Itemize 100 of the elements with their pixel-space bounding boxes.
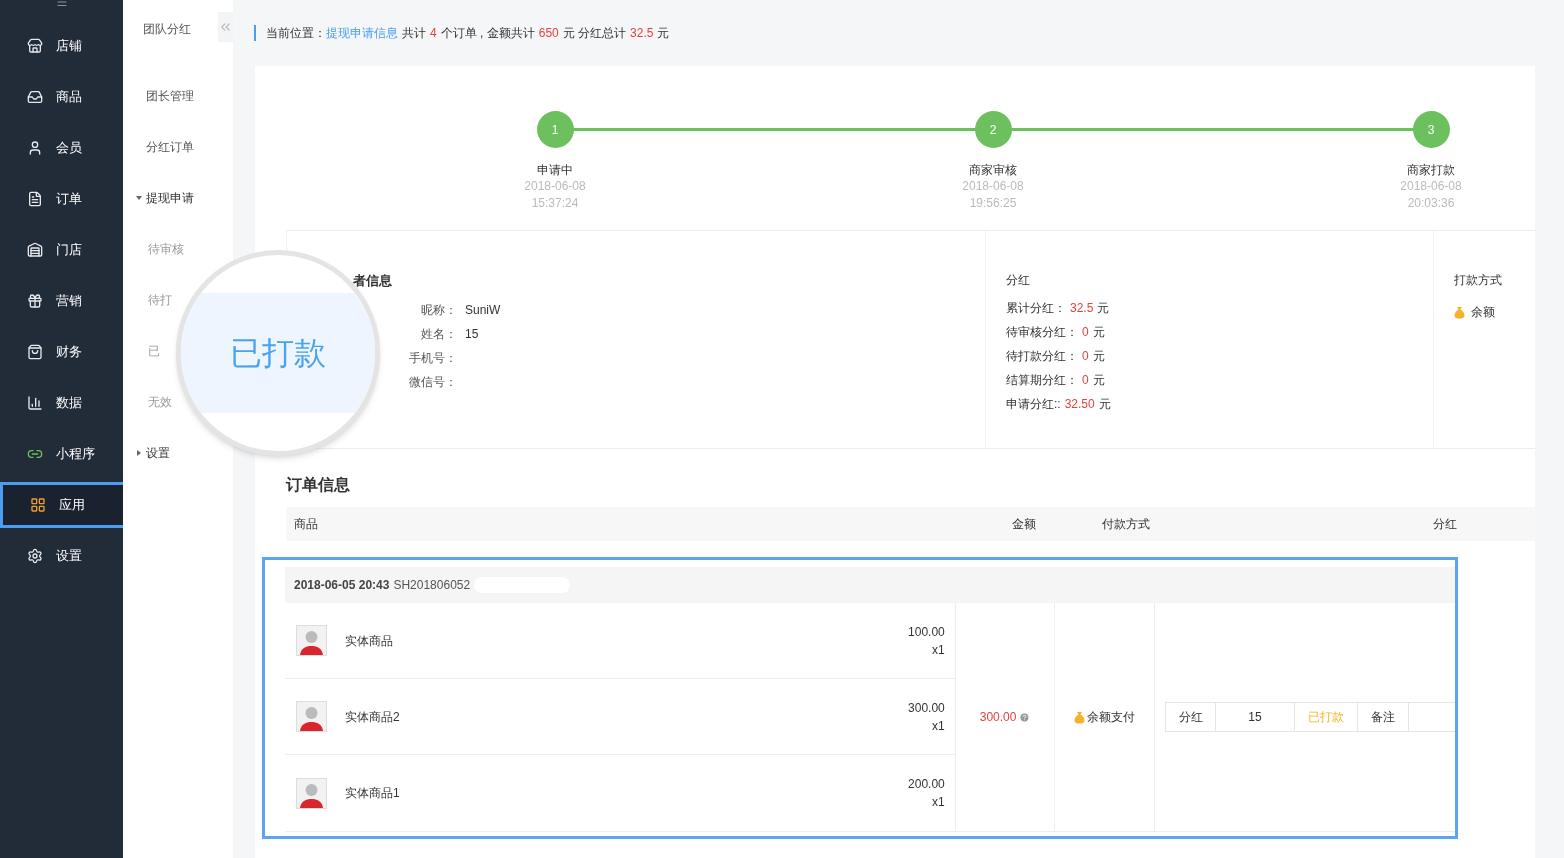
summary-number: 32.5 <box>630 25 654 42</box>
column-header: 付款方式 <box>1101 516 1151 533</box>
field-value: SuniW <box>465 301 501 319</box>
store-icon <box>27 38 43 54</box>
unit-text: 元 <box>1092 348 1105 365</box>
dividend-tag: 分红 <box>1166 703 1216 731</box>
payout-method: 余额 <box>1471 304 1495 321</box>
avatar-thumbnail <box>296 777 327 809</box>
money-bag-icon <box>1074 710 1086 724</box>
breadcrumb-label: 当前位置： <box>266 25 326 42</box>
column-header: 分红 <box>1433 516 1457 533</box>
product-price: 200.00 <box>908 776 945 793</box>
shop-icon <box>27 242 43 258</box>
dividend-label: 待打款分红： <box>1006 348 1078 365</box>
gift-icon <box>27 293 43 309</box>
section-heading: 订单信息 <box>286 475 351 495</box>
step-date: 2018-06-08 <box>1400 178 1462 195</box>
summary-number: 4 <box>430 25 437 42</box>
section-title: 打款方式 <box>1454 272 1503 289</box>
product-quantity: x1 <box>932 717 945 735</box>
step-label: 商家审核 <box>969 162 1017 178</box>
sidebar-item[interactable]: 财务 <box>0 329 123 375</box>
dividend-value: 0 <box>1082 324 1089 341</box>
dividend-label: 申请分红:: <box>1006 396 1061 413</box>
field-value: 15 <box>465 325 479 343</box>
sidebar-item[interactable]: 小程序 <box>0 431 123 477</box>
dividend-value: 0 <box>1082 348 1089 365</box>
step-date: 2018-06-08 <box>524 178 586 195</box>
sidebar-item[interactable]: 设置 <box>0 533 123 579</box>
dividend-label: 结算期分红： <box>1006 372 1078 389</box>
dividend-label: 累计分红： <box>1006 300 1066 317</box>
submenu-title: 团队分红 <box>142 21 192 38</box>
product-name: 实体商品2 <box>345 708 401 726</box>
product-price: 100.00 <box>908 623 945 641</box>
note-button[interactable]: 备注 <box>1358 703 1409 731</box>
sidebar-item[interactable]: 订单 <box>0 176 123 222</box>
field-label: 姓名： <box>420 325 457 343</box>
product-quantity: x1 <box>932 641 945 659</box>
bar-chart-icon <box>27 395 43 411</box>
caret-down-icon <box>136 194 142 201</box>
menu-icon[interactable] <box>55 0 68 8</box>
summary-number: 650 <box>538 25 559 42</box>
step-time: 19:56:25 <box>969 195 1017 212</box>
grid-icon <box>30 497 46 513</box>
sidebar-item[interactable]: 门店 <box>0 227 123 273</box>
dividend-value: 32.5 <box>1070 300 1094 317</box>
step-label: 申请中 <box>537 162 573 178</box>
field-label: 微信号： <box>409 373 457 391</box>
sidebar-item[interactable]: 营销 <box>0 278 123 324</box>
step-label: 商家打款 <box>1407 162 1455 178</box>
bag-icon <box>27 344 43 360</box>
product-name: 实体商品 <box>345 632 394 650</box>
order-amount: 300.00 <box>979 709 1017 726</box>
sidebar-item[interactable]: 数据 <box>0 380 123 426</box>
unit-text: 元 <box>1097 300 1110 317</box>
column-header: 金额 <box>1011 516 1037 533</box>
product-name: 实体商品1 <box>345 785 401 802</box>
payment-method: 余额支付 <box>1087 709 1136 726</box>
step-date: 2018-06-08 <box>962 178 1024 195</box>
help-icon[interactable] <box>1019 711 1031 723</box>
dividend-amount: 15 <box>1216 703 1295 731</box>
submenu-item[interactable]: 团长管理 <box>136 86 194 105</box>
section-title: 分红 <box>1006 272 1031 289</box>
collapse-icon[interactable] <box>218 12 233 42</box>
caret-right-icon <box>136 449 142 456</box>
order-date: 2018-06-05 20:43 <box>294 577 390 594</box>
avatar-thumbnail <box>296 625 327 656</box>
user-icon <box>27 140 43 156</box>
unit-text: 元 <box>1092 372 1105 389</box>
product-quantity: x1 <box>932 794 945 811</box>
step-time: 20:03:36 <box>1407 195 1455 212</box>
summary-text: 个订单 , 金额共计 <box>440 25 535 42</box>
document-icon <box>27 191 43 207</box>
money-bag-icon <box>1454 305 1465 319</box>
field-label: 手机号： <box>409 349 457 367</box>
sidebar-item[interactable]: 会员 <box>0 125 123 171</box>
summary-text: 元 <box>657 25 670 42</box>
status-label: 已打款 <box>1295 703 1358 731</box>
submenu-item[interactable]: 分红订单 <box>136 137 194 156</box>
submenu-item[interactable]: 提现申请 <box>136 188 194 207</box>
field-label: 昵称： <box>420 301 457 319</box>
settings-icon <box>27 548 43 564</box>
product-price: 300.00 <box>908 699 945 717</box>
submenu-item[interactable]: 设置 <box>136 443 170 462</box>
dividend-value: 32.50 <box>1064 396 1095 413</box>
magnified-status: 已打款 <box>230 334 326 373</box>
unit-text: 元 <box>1092 324 1105 341</box>
section-title: 者信息 <box>353 272 393 290</box>
avatar-thumbnail <box>296 701 327 732</box>
sidebar-item[interactable]: 店铺 <box>0 23 123 69</box>
order-number: SH201806052 <box>393 577 471 594</box>
summary-text: 共计 <box>402 25 426 42</box>
column-header: 商品 <box>293 516 319 533</box>
step-time: 15:37:24 <box>531 195 579 212</box>
sidebar-item[interactable]: 商品 <box>0 74 123 120</box>
unit-text: 元 <box>1098 396 1111 413</box>
inbox-icon <box>27 89 43 105</box>
dividend-label: 待审核分红： <box>1006 324 1078 341</box>
dividend-value: 0 <box>1082 372 1089 389</box>
summary-text: 元 分红总计 <box>562 25 627 42</box>
